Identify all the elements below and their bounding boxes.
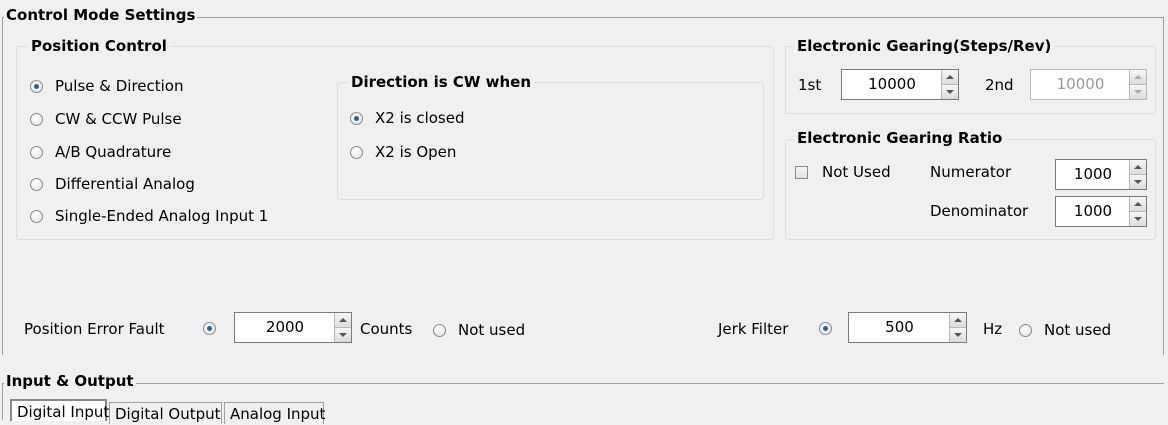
mode-label: CW & CCW Pulse — [55, 110, 182, 128]
radio-button-icon — [203, 322, 216, 335]
direction-label: X2 is Open — [375, 143, 457, 161]
arrow-up-icon — [339, 318, 347, 322]
position-error-not-used-radio[interactable]: Not used — [433, 321, 525, 339]
spin-down-button[interactable] — [1130, 175, 1146, 189]
numerator-value: 1000 — [1073, 165, 1113, 183]
mode-radio-cw-ccw-pulse[interactable]: CW & CCW Pulse — [30, 110, 182, 128]
spin-down-button[interactable] — [1130, 212, 1146, 226]
second-gearing-spinbox[interactable]: 10000 — [1030, 69, 1147, 100]
denominator-label: Denominator — [930, 202, 1029, 220]
spin-buttons — [1129, 160, 1146, 189]
spin-buttons — [941, 70, 958, 99]
mode-label: Pulse & Direction — [55, 77, 184, 95]
spin-down-button[interactable] — [335, 328, 351, 342]
first-gearing-spinbox[interactable]: 10000 — [841, 69, 959, 100]
arrow-down-icon — [1134, 217, 1142, 221]
position-error-spinbox[interactable]: 2000 — [234, 312, 352, 343]
not-used-label: Not Used — [822, 163, 891, 181]
mode-label: Single-Ended Analog Input 1 — [55, 207, 269, 225]
jerk-filter-label: Jerk Filter — [718, 320, 789, 338]
jerk-filter-enabled-radio[interactable] — [819, 322, 832, 335]
jerk-filter-value: 500 — [885, 318, 914, 336]
spin-up-button[interactable] — [1130, 160, 1146, 175]
arrow-up-icon — [1134, 202, 1142, 206]
radio-button-icon — [30, 177, 43, 191]
tab-digital-output[interactable]: Digital Output — [109, 402, 222, 424]
input-output-title: Input & Output — [4, 372, 136, 390]
denominator-spinbox[interactable]: 1000 — [1055, 196, 1147, 227]
tab-analog-input[interactable]: Analog Input — [224, 402, 325, 424]
numerator-spinbox[interactable]: 1000 — [1055, 159, 1147, 190]
spin-up-button[interactable] — [1130, 70, 1146, 85]
spin-down-button[interactable] — [1130, 85, 1146, 99]
radio-button-icon — [30, 209, 43, 223]
spin-up-button[interactable] — [950, 313, 966, 328]
position-control-title: Position Control — [28, 37, 170, 55]
not-used-label: Not used — [458, 321, 526, 339]
mode-radio-ab-quadrature[interactable]: A/B Quadrature — [30, 143, 171, 161]
radio-button-icon — [350, 145, 363, 159]
position-error-unit: Counts — [360, 320, 413, 338]
tab-digital-input[interactable]: Digital Input — [10, 399, 109, 421]
mode-radio-differential-analog[interactable]: Differential Analog — [30, 175, 195, 193]
spin-down-button[interactable] — [942, 85, 958, 99]
spin-buttons — [1129, 70, 1146, 99]
arrow-up-icon — [1134, 75, 1142, 79]
radio-button-icon — [350, 111, 363, 125]
arrow-down-icon — [1134, 90, 1142, 94]
not-used-checkbox[interactable] — [795, 166, 808, 179]
spin-buttons — [949, 313, 966, 342]
radio-button-icon — [30, 112, 43, 126]
jerk-filter-not-used-radio[interactable]: Not used — [1019, 321, 1111, 339]
arrow-down-icon — [954, 333, 962, 337]
numerator-label: Numerator — [930, 163, 1012, 181]
arrow-down-icon — [339, 333, 347, 337]
arrow-down-icon — [946, 90, 954, 94]
direction-radio-x2-closed[interactable]: X2 is closed — [350, 109, 465, 127]
arrow-up-icon — [954, 318, 962, 322]
position-error-enabled-radio[interactable] — [203, 322, 216, 335]
arrow-down-icon — [1134, 180, 1142, 184]
jerk-filter-spinbox[interactable]: 500 — [848, 312, 967, 343]
gearing-steps-title: Electronic Gearing(Steps/Rev) — [794, 37, 1055, 55]
spin-up-button[interactable] — [335, 313, 351, 328]
first-gearing-value: 10000 — [868, 75, 916, 93]
jerk-filter-unit: Hz — [983, 320, 1003, 338]
second-gearing-label: 2nd — [985, 76, 1014, 94]
direction-radio-x2-open[interactable]: X2 is Open — [350, 143, 456, 161]
radio-button-icon — [433, 323, 446, 337]
mode-radio-pulse-direction[interactable]: Pulse & Direction — [30, 77, 184, 95]
frame-right-line — [1163, 17, 1164, 355]
spin-up-button[interactable] — [942, 70, 958, 85]
mode-radio-single-ended-analog[interactable]: Single-Ended Analog Input 1 — [30, 207, 268, 225]
spin-buttons — [1129, 197, 1146, 226]
frame-left-line — [2, 17, 3, 355]
denominator-value: 1000 — [1073, 202, 1113, 220]
arrow-up-icon — [946, 75, 954, 79]
not-used-label: Not used — [1044, 321, 1112, 339]
mode-label: Differential Analog — [55, 175, 195, 193]
control-mode-settings-title: Control Mode Settings — [4, 6, 198, 24]
radio-button-icon — [819, 322, 832, 335]
gearing-ratio-title: Electronic Gearing Ratio — [794, 129, 1006, 147]
arrow-up-icon — [1134, 165, 1142, 169]
direction-title: Direction is CW when — [348, 73, 535, 91]
io-frame-left-line — [2, 383, 3, 420]
direction-label: X2 is closed — [375, 109, 465, 127]
position-error-value: 2000 — [265, 318, 305, 336]
radio-button-icon — [30, 79, 43, 93]
spin-buttons — [334, 313, 351, 342]
radio-button-icon — [30, 145, 43, 159]
direction-group — [337, 82, 764, 200]
position-error-label: Position Error Fault — [24, 320, 165, 338]
first-gearing-label: 1st — [798, 76, 822, 94]
spin-up-button[interactable] — [1130, 197, 1146, 212]
radio-button-icon — [1019, 323, 1032, 337]
mode-label: A/B Quadrature — [55, 143, 172, 161]
second-gearing-value: 10000 — [1056, 75, 1105, 93]
spin-down-button[interactable] — [950, 328, 966, 342]
io-frame-top-line — [2, 383, 1164, 384]
